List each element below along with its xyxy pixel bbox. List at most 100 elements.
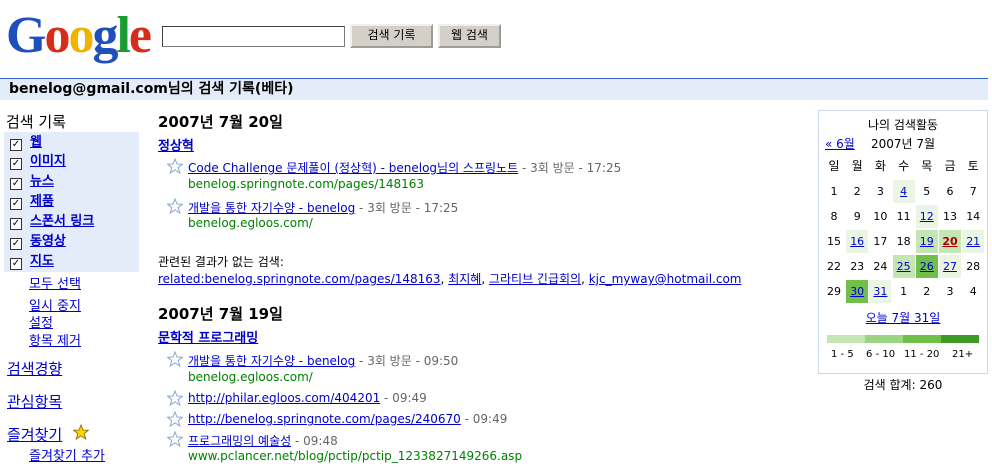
calendar-day-link[interactable]: 20 <box>942 235 957 248</box>
related-link[interactable]: 최지혜 <box>448 272 481 286</box>
related-link[interactable]: 그라티브 긴급회의 <box>489 272 581 286</box>
today-link[interactable]: 오늘 7월 31일 <box>819 309 987 326</box>
logo-letter: o <box>68 7 94 64</box>
calendar-day: 7 <box>969 185 977 198</box>
calendar-day[interactable]: 4 <box>892 180 915 203</box>
calendar-day-link[interactable]: 27 <box>943 260 957 273</box>
sidebar-heading: 검색 기록 <box>6 113 66 131</box>
calendar-day: 14 <box>966 210 981 223</box>
calendar-day-link[interactable]: 19 <box>920 235 934 248</box>
result-meta: - 3회 방문 - 09:50 <box>355 354 459 368</box>
filter-images[interactable]: ✓ 이미지 <box>10 152 66 172</box>
legend-label: 21+ <box>952 349 974 360</box>
calendar-day[interactable]: 19 <box>915 230 938 253</box>
calendar-day-link[interactable]: 12 <box>920 210 934 223</box>
query-link[interactable]: 정상혁 <box>158 135 194 154</box>
filter-maps[interactable]: ✓ 지도 <box>10 252 54 272</box>
calendar-day-link[interactable]: 21 <box>966 235 980 248</box>
related-searches: related:benelog.springnote.com/pages/148… <box>158 272 742 286</box>
filter-label[interactable]: 이미지 <box>30 154 66 169</box>
interests-link[interactable]: 관심항목 <box>7 391 62 412</box>
calendar-day-link[interactable]: 25 <box>897 260 911 273</box>
calendar-day: 15 <box>827 235 841 248</box>
calendar-day[interactable]: 26 <box>915 255 938 278</box>
star-outline-icon[interactable] <box>167 411 183 427</box>
calendar-day[interactable]: 30 <box>846 280 869 303</box>
calendar-day: 22 <box>827 260 841 273</box>
weekday-label: 목 <box>921 159 933 173</box>
weekday-label: 금 <box>944 159 956 173</box>
result-meta: - 3회 방문 - 17:25 <box>355 201 459 215</box>
related-link[interactable]: kjc_myway@hotmail.com <box>589 272 742 286</box>
related-label: 관련된 결과가 없는 검색: <box>158 255 284 269</box>
calendar-day[interactable]: 16 <box>846 230 869 253</box>
page-title: benelog@gmail.com님의 검색 기록(베타) <box>0 79 988 100</box>
select-all-link[interactable]: 모두 선택 <box>29 273 81 292</box>
calendar-day: 18 <box>896 235 911 248</box>
star-outline-icon[interactable] <box>167 351 183 367</box>
checkbox[interactable]: ✓ <box>10 238 22 250</box>
add-bookmark-link[interactable]: 즐겨찾기 추가 <box>29 445 105 464</box>
checkbox[interactable]: ✓ <box>10 158 22 170</box>
result-title-link[interactable]: 프로그래밍의 예술성 <box>188 434 291 448</box>
calendar-day-link[interactable]: 26 <box>920 260 934 273</box>
calendar-day: 3 <box>946 285 954 298</box>
calendar-day: 8 <box>830 210 838 223</box>
calendar-day[interactable]: 25 <box>892 255 915 278</box>
calendar-day: 23 <box>850 260 865 273</box>
filter-label[interactable]: 제품 <box>30 194 54 209</box>
star-outline-icon[interactable] <box>167 198 183 214</box>
result-title-link[interactable]: 개발을 통한 자기수양 - benelog <box>188 354 355 368</box>
calendar-day-link[interactable]: 4 <box>900 185 907 198</box>
result-meta: - 09:49 <box>380 391 427 405</box>
search-trends-link[interactable]: 검색경향 <box>7 358 62 379</box>
calendar-day-link[interactable]: 30 <box>850 285 864 298</box>
checkbox[interactable]: ✓ <box>10 218 22 230</box>
result-url: benelog.springnote.com/pages/148163 <box>188 177 425 191</box>
settings-link[interactable]: 설정 <box>29 312 53 331</box>
filter-products[interactable]: ✓ 제품 <box>10 192 54 212</box>
calendar-day-link[interactable]: 16 <box>850 235 864 248</box>
web-search-button[interactable]: 웹 검색 <box>438 24 501 48</box>
calendar-day: 2 <box>923 285 931 298</box>
calendar-day[interactable]: 12 <box>915 205 938 228</box>
google-logo[interactable]: Google <box>6 7 152 64</box>
filter-news[interactable]: ✓ 뉴스 <box>10 172 54 192</box>
filter-web[interactable]: ✓ 웹 <box>10 133 42 153</box>
filter-label[interactable]: 스폰서 링크 <box>30 214 94 229</box>
related-link[interactable]: related:benelog.springnote.com/pages/148… <box>158 272 441 286</box>
prev-month-link[interactable]: « 6월 <box>825 135 855 152</box>
filter-label[interactable]: 동영상 <box>30 234 66 249</box>
query-link[interactable]: 문학적 프로그래밍 <box>158 327 258 346</box>
calendar-month: 2007년 7월 <box>871 137 936 151</box>
remove-items-link[interactable]: 항목 제거 <box>29 330 81 349</box>
filter-panel: ✓ 웹 ✓ 이미지 ✓ 뉴스 ✓ 제품 ✓ 스폰서 링크 ✓ 동영상 ✓ 지도 <box>4 132 139 272</box>
calendar-day[interactable]: 27 <box>939 255 961 278</box>
star-outline-icon[interactable] <box>167 390 183 406</box>
checkbox[interactable]: ✓ <box>10 178 22 190</box>
result-title-link[interactable]: http://philar.egloos.com/404201 <box>188 391 380 405</box>
star-outline-icon[interactable] <box>167 158 183 174</box>
checkbox[interactable]: ✓ <box>10 139 22 151</box>
star-outline-icon[interactable] <box>167 431 183 447</box>
search-history-button[interactable]: 검색 기록 <box>350 24 433 48</box>
filter-video[interactable]: ✓ 동영상 <box>10 232 66 252</box>
calendar-day[interactable]: 21 <box>962 230 985 253</box>
result-title-link[interactable]: http://benelog.springnote.com/pages/2406… <box>188 412 461 426</box>
filter-label[interactable]: 웹 <box>30 135 42 150</box>
legend-swatch <box>941 335 979 343</box>
calendar-day-link[interactable]: 31 <box>873 285 887 298</box>
result-title-link[interactable]: 개발을 통한 자기수양 - benelog <box>188 201 355 215</box>
legend-swatch <box>903 335 941 343</box>
filter-sponsored[interactable]: ✓ 스폰서 링크 <box>10 212 94 232</box>
search-input[interactable] <box>162 26 345 47</box>
calendar-day[interactable]: 31 <box>869 280 892 303</box>
calendar-day[interactable]: 20 <box>939 230 961 253</box>
result-title-link[interactable]: Code Challenge 문제풀이 (정상혁) - benelog님의 스프… <box>188 161 518 175</box>
checkbox[interactable]: ✓ <box>10 198 22 210</box>
filter-label[interactable]: 뉴스 <box>30 174 54 189</box>
filter-label[interactable]: 지도 <box>30 254 54 269</box>
bookmarks-link[interactable]: 즐겨찾기 <box>7 424 62 445</box>
checkbox[interactable]: ✓ <box>10 258 22 270</box>
logo-letter: e <box>128 7 152 64</box>
